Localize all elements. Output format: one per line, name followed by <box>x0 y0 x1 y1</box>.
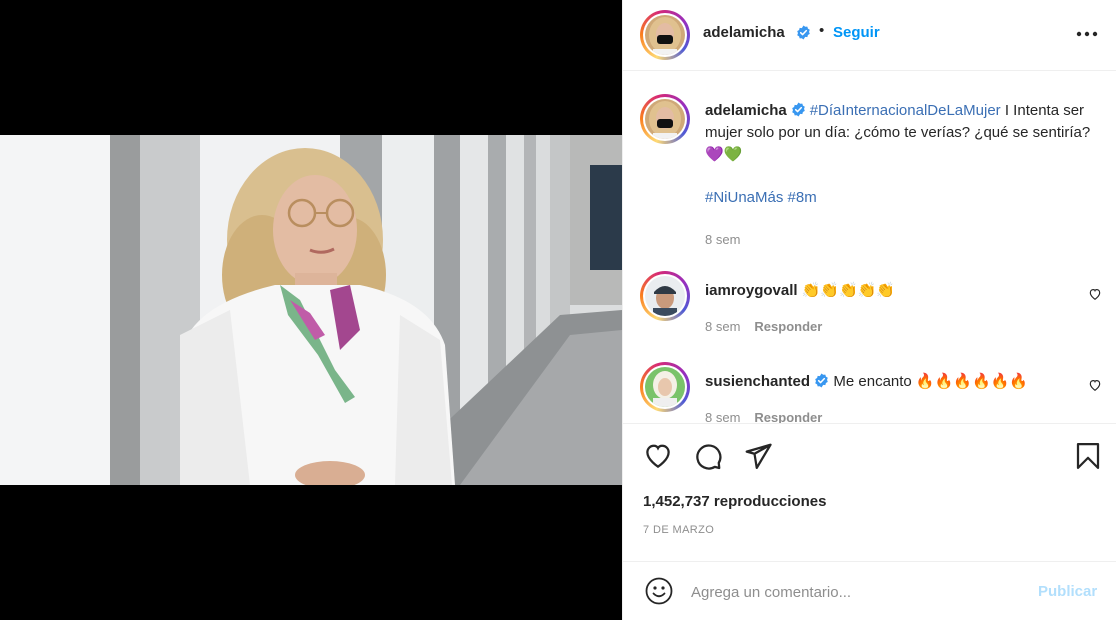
caption-text: adelamicha #DíaInternacionalDeLaMujer I … <box>705 100 1105 166</box>
hashtag-link[interactable]: #DíaInternacionalDeLaMujer <box>810 102 1001 119</box>
comment-body: Me encanto 🔥🔥🔥🔥🔥🔥 <box>833 373 1028 390</box>
avatar-image <box>645 99 685 139</box>
comment-item: iamroygovall 👏👏👏👏👏 8 sem Responder <box>640 271 1102 341</box>
post-actions <box>623 424 1116 488</box>
verified-badge-icon <box>797 25 810 40</box>
comment-icon[interactable] <box>693 441 723 471</box>
comment-meta: 8 sem Responder <box>705 410 822 423</box>
paper-plane-icon[interactable] <box>743 441 773 471</box>
heart-icon[interactable] <box>1088 378 1102 392</box>
more-horizontal-icon[interactable] <box>1074 22 1100 46</box>
comment-username[interactable]: susienchanted <box>705 373 810 390</box>
reply-button[interactable]: Responder <box>754 410 822 423</box>
post-side-panel: adelamicha • Seguir adelamicha #DíaInter… <box>622 0 1116 620</box>
comment-item: susienchanted Me encanto 🔥🔥🔥🔥🔥🔥 8 sem Res… <box>640 362 1102 423</box>
heart-icon[interactable] <box>1088 287 1102 301</box>
post-date: 7 DE MARZO <box>643 524 715 536</box>
comment-username[interactable]: iamroygovall <box>705 282 798 299</box>
smiley-icon[interactable] <box>643 575 675 607</box>
view-count[interactable]: 1,452,737 reproducciones <box>643 493 826 510</box>
comment-text: susienchanted Me encanto 🔥🔥🔥🔥🔥🔥 <box>705 372 1028 390</box>
caption-avatar[interactable] <box>640 94 690 144</box>
verified-badge-icon <box>791 102 805 117</box>
comments-list[interactable]: adelamicha #DíaInternacionalDeLaMujer I … <box>623 72 1116 424</box>
comment-meta: 8 sem Responder <box>705 319 822 334</box>
comment-body: 👏👏👏👏👏 <box>801 282 896 299</box>
comment-time[interactable]: 8 sem <box>705 319 740 334</box>
media-viewer[interactable] <box>0 0 622 620</box>
heart-icon[interactable] <box>643 441 673 471</box>
caption-hashtags[interactable]: #NiUnaMás #8m <box>705 189 817 206</box>
verified-badge-icon <box>815 373 828 388</box>
commenter-avatar[interactable] <box>640 271 690 321</box>
avatar-image <box>645 367 685 407</box>
separator-dot: • <box>819 22 825 39</box>
publish-button[interactable]: Publicar <box>1038 583 1097 600</box>
follow-button[interactable]: Seguir <box>833 24 880 41</box>
avatar-image <box>645 276 685 316</box>
comment-composer: Publicar <box>623 561 1116 620</box>
caption-time[interactable]: 8 sem <box>705 232 740 247</box>
reply-button[interactable]: Responder <box>754 319 822 334</box>
author-username[interactable]: adelamicha <box>703 24 785 41</box>
commenter-avatar[interactable] <box>640 362 690 412</box>
author-avatar[interactable] <box>640 10 690 60</box>
comment-text: iamroygovall 👏👏👏👏👏 <box>705 281 895 299</box>
avatar-image <box>645 15 685 55</box>
post-header: adelamicha • Seguir <box>623 0 1116 71</box>
video-player[interactable] <box>0 135 622 485</box>
bookmark-icon[interactable] <box>1073 441 1103 471</box>
comment-time[interactable]: 8 sem <box>705 410 740 423</box>
caption-emojis: 💜💚 <box>705 146 743 163</box>
video-frame <box>0 135 622 485</box>
comment-input[interactable] <box>691 579 1021 605</box>
caption-username[interactable]: adelamicha <box>705 102 787 119</box>
